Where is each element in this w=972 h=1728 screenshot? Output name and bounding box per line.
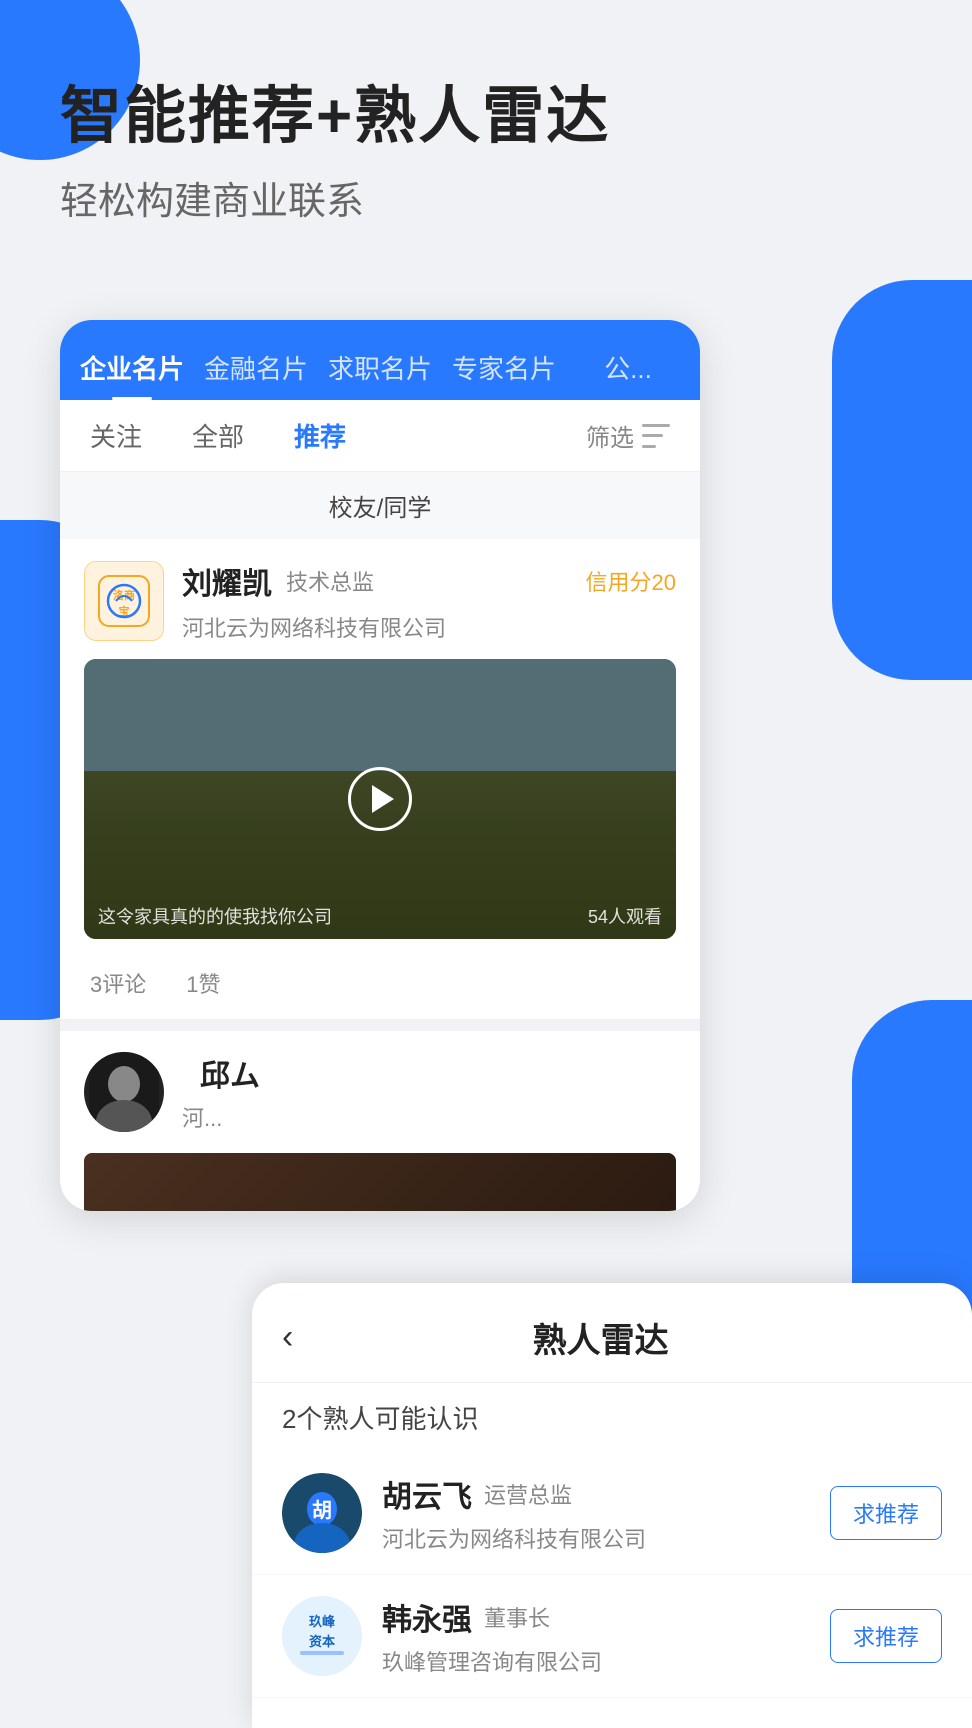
video-viewers: 54人观看 (588, 903, 662, 929)
second-card-video (84, 1153, 676, 1211)
recommend-button-2[interactable]: 求推荐 (830, 1609, 942, 1663)
sub-tab-bar: 关注 全部 推荐 筛选 (60, 400, 700, 472)
svg-text:玖峰: 玖峰 (309, 1614, 336, 1629)
radar-header: ‹ 熟人雷达 (252, 1283, 972, 1383)
card-divider (60, 1019, 700, 1031)
credit-score: 信用分20 (586, 565, 676, 597)
person-title-2: 董事长 (484, 1601, 550, 1633)
svg-text:胡: 胡 (312, 1499, 332, 1522)
person-row-2: 玖峰 资本 韩永强 董事长 玖峰管理咨询有限公司 求推荐 (252, 1575, 972, 1698)
radar-back-button[interactable]: ‹ (282, 1318, 293, 1357)
user-name-row: 刘耀凯 技术总监 信用分20 (182, 559, 676, 603)
person-name-2: 韩永强 (382, 1595, 472, 1639)
video-thumbnail[interactable]: 这令家具真的的使我找你公司 54人观看 (84, 659, 676, 939)
action-row: 3评论 1赞 (60, 955, 700, 1019)
second-user-name: 邱ム (200, 1051, 260, 1095)
recommend-button-1[interactable]: 求推荐 (830, 1486, 942, 1540)
filter-icon (642, 424, 670, 448)
radar-card: ‹ 熟人雷达 2个熟人可能认识 胡 胡云飞 运营总监 河北云为网络科技有限公司 … (252, 1283, 972, 1728)
tab-job-card[interactable]: 求职名片 (318, 333, 442, 400)
person-name-1: 胡云飞 (382, 1472, 472, 1516)
main-card: 企业名片 金融名片 求职名片 专家名片 公... 关注 全部 推荐 筛选 校友/… (60, 320, 700, 1211)
user-job-title: 技术总监 (286, 565, 374, 597)
tab-other[interactable]: 公... (566, 333, 690, 400)
filter-label: 筛选 (586, 418, 634, 453)
second-user-avatar (84, 1052, 164, 1132)
person-avatar-2: 玖峰 资本 (282, 1596, 362, 1676)
person-avatar-1: 胡 (282, 1473, 362, 1553)
tab-finance-card[interactable]: 金融名片 (194, 333, 318, 400)
hero-section: 智能推荐+熟人雷达 轻松构建商业联系 (60, 80, 610, 225)
user-avatar: 洛商 宝 (84, 561, 164, 641)
user-card: 洛商 宝 刘耀凯 技术总监 信用分20 河北云为网络科技有限公司 (60, 539, 700, 1019)
hero-subtitle: 轻松构建商业联系 (60, 170, 610, 225)
filter-button[interactable]: 筛选 (586, 418, 670, 453)
section-label: 校友/同学 (60, 472, 700, 539)
avatar-huyunfei: 胡 (282, 1473, 362, 1553)
hero-title: 智能推荐+熟人雷达 (60, 80, 610, 154)
radar-count: 2个熟人可能认识 (252, 1383, 972, 1452)
person-row-1: 胡 胡云飞 运营总监 河北云为网络科技有限公司 求推荐 (252, 1452, 972, 1575)
svg-text:资本: 资本 (309, 1634, 335, 1649)
video-play-button[interactable] (348, 767, 412, 831)
person-company-1: 河北云为网络科技有限公司 (382, 1522, 830, 1554)
sub-tab-follow[interactable]: 关注 (90, 407, 142, 464)
like-count[interactable]: 1赞 (186, 967, 220, 999)
sub-tab-recommend[interactable]: 推荐 (294, 407, 346, 464)
logo-jiufeng: 玖峰 资本 (282, 1596, 362, 1676)
second-card: 邱ム 河... (60, 1031, 700, 1153)
radar-title: 熟人雷达 (313, 1313, 888, 1362)
person-info-2: 韩永强 董事长 玖峰管理咨询有限公司 (382, 1595, 830, 1677)
person-info-1: 胡云飞 运营总监 河北云为网络科技有限公司 (382, 1472, 830, 1554)
bg-decoration-right (832, 280, 972, 680)
person-name-row-1: 胡云飞 运营总监 (382, 1472, 830, 1516)
person-name-row-2: 韩永强 董事长 (382, 1595, 830, 1639)
play-icon (372, 785, 394, 813)
comment-count[interactable]: 3评论 (90, 967, 146, 999)
second-card-partial: 邱ム 河... (60, 1031, 700, 1211)
tab-bar: 企业名片 金融名片 求职名片 专家名片 公... (60, 320, 700, 400)
video-caption: 这令家具真的的使我找你公司 (98, 903, 332, 929)
tab-expert-card[interactable]: 专家名片 (442, 333, 566, 400)
user-name: 刘耀凯 (182, 559, 272, 603)
person-title-1: 运营总监 (484, 1478, 572, 1510)
user-company: 河北云为网络科技有限公司 (182, 611, 676, 643)
sub-tab-all[interactable]: 全部 (192, 407, 244, 464)
user-card-header: 洛商 宝 刘耀凯 技术总监 信用分20 河北云为网络科技有限公司 (60, 539, 700, 643)
logo-luoshangbao: 洛商 宝 (84, 561, 164, 641)
tab-enterprise-card[interactable]: 企业名片 (70, 333, 194, 400)
person-company-2: 玖峰管理咨询有限公司 (382, 1645, 830, 1677)
second-user-company: 河... (182, 1101, 260, 1133)
user-info: 刘耀凯 技术总监 信用分20 河北云为网络科技有限公司 (182, 559, 676, 643)
